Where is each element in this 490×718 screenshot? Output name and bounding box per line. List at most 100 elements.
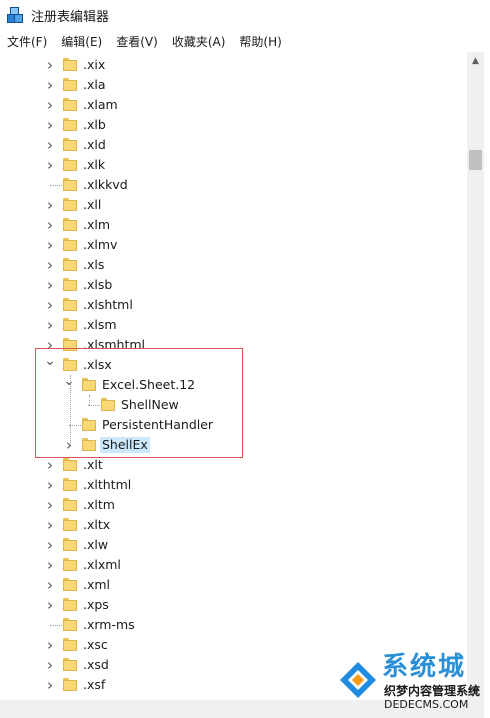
folder-icon bbox=[63, 78, 77, 92]
folder-icon bbox=[63, 598, 77, 612]
folder-icon bbox=[82, 438, 96, 452]
tree-node-label[interactable]: .xlshtml bbox=[81, 297, 135, 313]
tree-connector bbox=[70, 375, 71, 445]
tree-node-label[interactable]: .xix bbox=[81, 57, 107, 73]
tree-node-label[interactable]: .xsc bbox=[81, 637, 110, 653]
scroll-down-arrow-icon[interactable]: ▼ bbox=[467, 683, 484, 700]
tree-node-label[interactable]: .xlsb bbox=[81, 277, 114, 293]
expand-arrow-icon[interactable]: › bbox=[44, 495, 56, 515]
folder-icon bbox=[63, 578, 77, 592]
tree-node-label[interactable]: .xrm-ms bbox=[81, 617, 137, 633]
folder-icon bbox=[63, 138, 77, 152]
expand-arrow-icon[interactable]: › bbox=[44, 475, 56, 495]
menu-help[interactable]: 帮助(H) bbox=[232, 33, 288, 50]
folder-icon bbox=[63, 638, 77, 652]
expand-arrow-icon[interactable]: › bbox=[44, 195, 56, 215]
menu-view[interactable]: 查看(V) bbox=[109, 33, 165, 50]
tree-node-label[interactable]: .xlam bbox=[81, 97, 120, 113]
folder-icon bbox=[63, 278, 77, 292]
expand-arrow-icon[interactable]: › bbox=[44, 455, 56, 475]
registry-tree[interactable]: › .xix › .xla › .xlam › .xlb › .xld › .xlk .xlkkvd ›.… bbox=[0, 52, 467, 700]
tree-node-label[interactable]: .xlkkvd bbox=[81, 177, 130, 193]
expand-arrow-icon[interactable]: › bbox=[44, 655, 56, 675]
scroll-thumb[interactable] bbox=[469, 150, 482, 170]
tree-node-label[interactable]: ShellNew bbox=[119, 397, 181, 413]
folder-icon bbox=[63, 298, 77, 312]
tree-node-label-selected[interactable]: ShellEx bbox=[100, 437, 150, 453]
horizontal-scrollbar[interactable] bbox=[0, 700, 484, 718]
tree-node-label[interactable]: Excel.Sheet.12 bbox=[100, 377, 197, 393]
menu-bar: 文件(F) 编辑(E) 查看(V) 收藏夹(A) 帮助(H) bbox=[0, 30, 490, 52]
tree-node-label[interactable]: .xltm bbox=[81, 497, 117, 513]
folder-icon bbox=[63, 58, 77, 72]
collapse-arrow-icon[interactable]: ⌄ bbox=[63, 371, 75, 391]
expand-arrow-icon[interactable]: › bbox=[44, 635, 56, 655]
expand-arrow-icon[interactable]: › bbox=[44, 255, 56, 275]
menu-favorites[interactable]: 收藏夹(A) bbox=[165, 33, 233, 50]
tree-node-label[interactable]: .xlm bbox=[81, 217, 112, 233]
expand-arrow-icon[interactable]: › bbox=[44, 535, 56, 555]
folder-icon bbox=[63, 218, 77, 232]
folder-icon bbox=[63, 498, 77, 512]
expand-arrow-icon[interactable]: › bbox=[44, 95, 56, 115]
expand-arrow-icon[interactable]: › bbox=[44, 275, 56, 295]
folder-icon bbox=[63, 678, 77, 692]
tree-node-label[interactable]: .xlsx bbox=[81, 357, 114, 373]
folder-icon bbox=[63, 118, 77, 132]
menu-edit[interactable]: 编辑(E) bbox=[54, 33, 109, 50]
tree-node-label[interactable]: .xsd bbox=[81, 657, 111, 673]
regedit-app-icon bbox=[7, 7, 23, 23]
folder-icon bbox=[63, 538, 77, 552]
expand-arrow-icon[interactable]: › bbox=[44, 55, 56, 75]
folder-icon bbox=[63, 338, 77, 352]
tree-node-label[interactable]: .xls bbox=[81, 257, 106, 273]
folder-icon bbox=[63, 458, 77, 472]
expand-arrow-icon[interactable]: › bbox=[63, 435, 75, 455]
expand-arrow-icon[interactable]: › bbox=[44, 575, 56, 595]
tree-node-label[interactable]: .xlsmhtml bbox=[81, 337, 147, 353]
folder-icon bbox=[63, 358, 77, 372]
tree-node-label[interactable]: .xla bbox=[81, 77, 108, 93]
tree-node-label[interactable]: .xlmv bbox=[81, 237, 119, 253]
folder-icon bbox=[63, 478, 77, 492]
expand-arrow-icon[interactable]: › bbox=[44, 75, 56, 95]
window-title: 注册表编辑器 bbox=[31, 9, 110, 25]
expand-arrow-icon[interactable]: › bbox=[44, 315, 56, 335]
tree-node-label[interactable]: .xltx bbox=[81, 517, 112, 533]
folder-icon bbox=[63, 518, 77, 532]
tree-node-label[interactable]: PersistentHandler bbox=[100, 417, 215, 433]
folder-icon bbox=[101, 398, 115, 412]
tree-connector bbox=[88, 405, 100, 406]
expand-arrow-icon[interactable]: › bbox=[44, 675, 56, 695]
tree-node-label[interactable]: .xlxml bbox=[81, 557, 123, 573]
expand-arrow-icon[interactable]: › bbox=[44, 115, 56, 135]
tree-node-label[interactable]: .xlb bbox=[81, 117, 108, 133]
expand-arrow-icon[interactable]: › bbox=[44, 595, 56, 615]
tree-connector bbox=[50, 185, 62, 186]
vertical-scrollbar[interactable]: ▲ ▼ bbox=[467, 52, 484, 700]
tree-node-label[interactable]: .xlthtml bbox=[81, 477, 133, 493]
tree-node-label[interactable]: .xsf bbox=[81, 677, 107, 693]
tree-node-label[interactable]: .xlw bbox=[81, 537, 110, 553]
folder-icon bbox=[63, 318, 77, 332]
tree-node-label[interactable]: .xll bbox=[81, 197, 103, 213]
tree-node-label[interactable]: .xlsm bbox=[81, 317, 119, 333]
expand-arrow-icon[interactable]: › bbox=[44, 215, 56, 235]
expand-arrow-icon[interactable]: › bbox=[44, 155, 56, 175]
folder-icon bbox=[63, 98, 77, 112]
tree-node-label[interactable]: .xps bbox=[81, 597, 111, 613]
expand-arrow-icon[interactable]: › bbox=[44, 515, 56, 535]
folder-icon bbox=[82, 378, 96, 392]
expand-arrow-icon[interactable]: › bbox=[44, 555, 56, 575]
folder-icon bbox=[63, 238, 77, 252]
tree-node-label[interactable]: .xml bbox=[81, 577, 112, 593]
expand-arrow-icon[interactable]: › bbox=[44, 235, 56, 255]
tree-node-label[interactable]: .xld bbox=[81, 137, 108, 153]
scroll-up-arrow-icon[interactable]: ▲ bbox=[467, 52, 484, 69]
expand-arrow-icon[interactable]: › bbox=[44, 135, 56, 155]
tree-node-label[interactable]: .xlt bbox=[81, 457, 105, 473]
expand-arrow-icon[interactable]: › bbox=[44, 295, 56, 315]
tree-node-label[interactable]: .xlk bbox=[81, 157, 107, 173]
menu-file[interactable]: 文件(F) bbox=[0, 33, 54, 50]
collapse-arrow-icon[interactable]: ⌄ bbox=[44, 351, 56, 371]
